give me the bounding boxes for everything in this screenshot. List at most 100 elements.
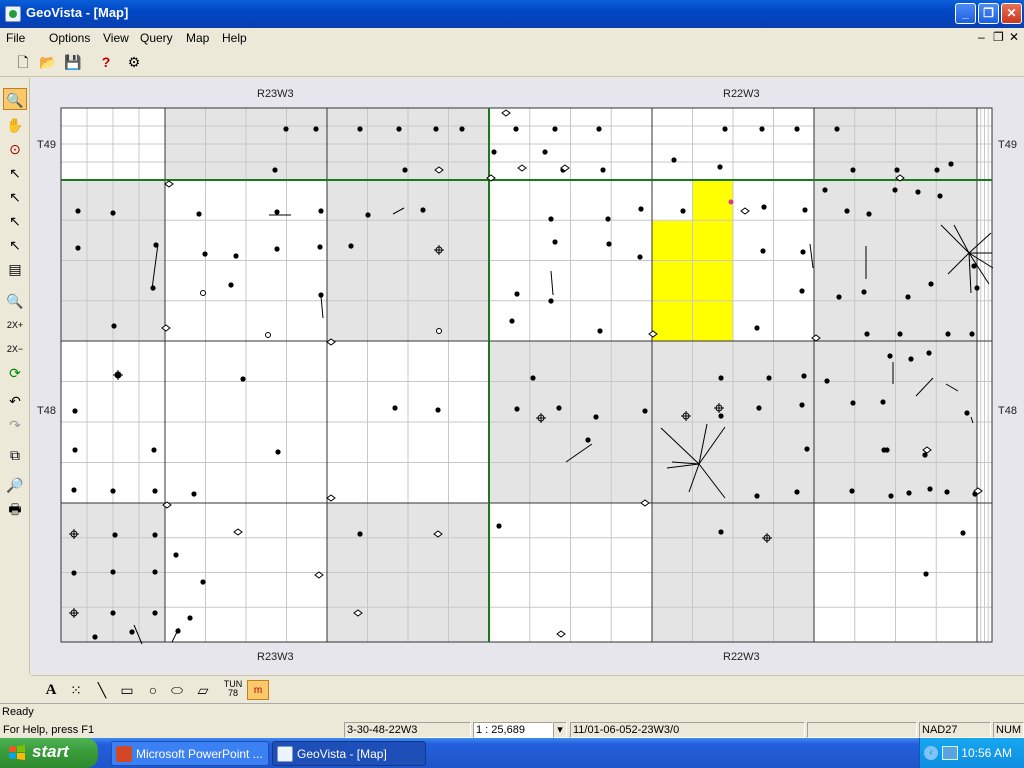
print-icon[interactable]: 🖶 [3,498,27,520]
well-dot [71,487,77,493]
well-dot [915,189,921,195]
well-dot [72,408,78,414]
well-dot [313,126,319,132]
open-folder-icon[interactable]: 📂 [37,52,59,74]
well-dot [357,531,363,537]
rectangle-tool-icon[interactable]: ▭ [117,680,137,700]
print-preview-icon[interactable]: 🔎 [3,474,27,496]
mdi-minimize-button[interactable]: – [978,30,985,44]
save-icon[interactable]: 💾 [62,52,84,74]
well-dot [187,615,193,621]
menu-file[interactable]: File [6,31,25,45]
close-button[interactable]: ✕ [1001,3,1022,24]
well-dot [799,288,805,294]
well-dot [761,204,767,210]
scale-field[interactable]: 1 : 25,689 [473,722,553,738]
mdi-restore-button[interactable]: ❐ [993,30,1004,44]
num-lock-indicator: NUM [993,722,1024,738]
windows-logo-icon [9,745,25,760]
undo-icon[interactable]: ↶ [3,390,27,412]
menu-options[interactable]: Options [49,31,90,45]
tray-expand-icon[interactable]: ‹ [924,746,938,760]
pan-hand-icon[interactable]: ✋ [3,114,27,136]
zoom-icon[interactable]: 🔍 [3,290,27,312]
well-dot [92,634,98,640]
select-layer-icon[interactable]: ▤ [3,258,27,280]
well-dot [717,164,723,170]
well-dot [642,408,648,414]
line-tool-icon[interactable]: ╲ [93,680,111,700]
well-dot [605,216,611,222]
app-icon[interactable] [5,6,21,22]
well-dot [151,447,157,453]
well-dot [836,294,842,300]
zoom-select-icon[interactable]: 🔍 [3,88,27,110]
minimize-button[interactable]: _ [955,3,976,24]
well-dot [600,167,606,173]
well-dot [969,331,975,337]
select-polygon-icon[interactable]: ↖ [3,210,27,232]
menu-view[interactable]: View [103,31,129,45]
mdi-close-button[interactable]: ✕ [1009,30,1019,44]
scale-dropdown-icon[interactable]: ▾ [553,722,567,738]
select-point-icon[interactable]: ↖ [3,186,27,208]
menu-query[interactable]: Query [140,31,173,45]
well-dot [491,149,497,155]
circle-tool-icon[interactable]: ○ [143,680,163,700]
ellipse-tool-icon[interactable]: ⬭ [167,680,187,700]
select-area-icon[interactable]: ↖ [3,234,27,256]
well-dot [509,318,515,324]
context-help-icon[interactable]: ⚙ [123,52,145,74]
well-dot [928,281,934,287]
menu-map[interactable]: Map [186,31,209,45]
well-dot [834,126,840,132]
geovista-icon [277,746,293,762]
well-dot [794,126,800,132]
status-bar: For Help, press F1 3-30-48-22W3 1 : 25,6… [0,721,1024,738]
well-dot [945,331,951,337]
menu-bar: File Options View Query Map Help – ❐ ✕ [0,28,1024,48]
well-dot [173,552,179,558]
well-dot [110,210,116,216]
new-file-icon[interactable]: 🗋 [12,52,34,74]
drawing-toolbar: A ⁙ ╲ ▭ ○ ⬭ ▱ TUN 78 m [31,675,1024,703]
well-dot [638,206,644,212]
taskbar: start Microsoft PowerPoint ... GeoVista … [0,738,1024,768]
taskbar-item-powerpoint[interactable]: Microsoft PowerPoint ... [111,741,269,766]
map-canvas[interactable]: R23W3 R22W3 R23W3 R22W3 T49 T49 T48 T48 [31,78,1024,674]
township-tool-icon[interactable]: TUN 78 [221,680,245,700]
zoom-out-2x-icon[interactable]: 2X− [3,338,27,360]
menu-help[interactable]: Help [222,31,247,45]
well-dot [822,187,828,193]
help-icon[interactable]: ? [95,52,117,74]
well-dot [435,407,441,413]
text-tool-icon[interactable]: A [41,680,61,700]
restore-button[interactable]: ❐ [978,3,999,24]
township-label-right-t48: T48 [998,405,1017,417]
locate-icon[interactable]: ⊙ [3,138,27,160]
redo-icon[interactable]: ↷ [3,414,27,436]
well-dot [196,211,202,217]
well-dot [317,244,323,250]
zoom-in-2x-icon[interactable]: 2X+ [3,314,27,336]
taskbar-item-geovista[interactable]: GeoVista - [Map] [272,741,426,766]
start-button[interactable]: start [0,738,98,768]
well-dot [892,187,898,193]
polygon-tool-icon[interactable]: ▱ [193,680,213,700]
measure-tool-icon[interactable]: m [247,680,269,700]
help-text: For Help, press F1 [3,724,95,736]
refresh-icon[interactable]: ⟳ [3,362,27,384]
zoom-window-icon[interactable]: ⧉ [3,444,27,466]
well-dot [112,532,118,538]
well-dot [548,216,554,222]
well-dot [240,376,246,382]
well-dot [888,493,894,499]
pointer-icon[interactable]: ↖ [3,162,27,184]
points-tool-icon[interactable]: ⁙ [67,680,85,700]
well-dot [722,126,728,132]
well-dot [804,446,810,452]
well-dot [759,126,765,132]
network-icon[interactable] [942,746,958,760]
well-dot [880,399,886,405]
map-svg[interactable] [31,78,1024,674]
